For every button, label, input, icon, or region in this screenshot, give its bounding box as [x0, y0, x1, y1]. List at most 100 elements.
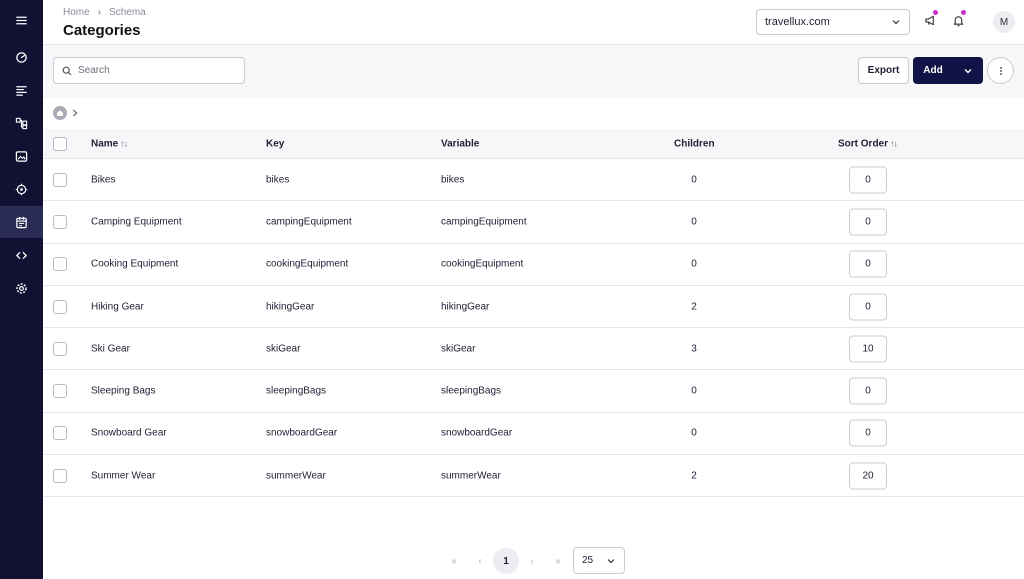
row-checkbox[interactable]: [53, 468, 67, 483]
dashboard-icon: [16, 51, 27, 63]
sidebar-item-dashboard[interactable]: [0, 41, 43, 73]
sort-order-input[interactable]: 0: [849, 208, 887, 236]
schema-icon: [15, 117, 28, 129]
sort-order-input[interactable]: 0: [849, 250, 887, 278]
cell-variable: campingEquipment: [441, 216, 527, 228]
column-header-children: Children: [674, 138, 715, 149]
breadcrumb-schema[interactable]: Schema: [109, 7, 146, 18]
select-all-checkbox[interactable]: [53, 136, 67, 151]
cell-children: 0: [691, 258, 697, 270]
page-size-select[interactable]: 25: [573, 547, 625, 574]
table-row[interactable]: Sleeping Bags sleepingBags sleepingBags 0 0: [43, 370, 1024, 413]
category-path: [53, 106, 80, 120]
menu-button[interactable]: [0, 4, 43, 36]
chevron-down-icon: [607, 558, 615, 563]
search-input[interactable]: [78, 65, 228, 76]
prev-page-button[interactable]: ‹: [467, 548, 493, 574]
code-icon: [16, 251, 27, 259]
cell-name[interactable]: Hiking Gear: [91, 301, 144, 312]
cell-name[interactable]: Sleeping Bags: [91, 386, 156, 397]
next-page-button[interactable]: ›: [519, 548, 545, 574]
table-row[interactable]: Bikes bikes bikes 0 0: [43, 159, 1024, 202]
announcements-button[interactable]: [921, 10, 939, 29]
avatar[interactable]: M: [993, 11, 1015, 33]
cell-key: campingEquipment: [266, 216, 352, 228]
sort-order-input[interactable]: 20: [849, 462, 887, 490]
table-row[interactable]: Hiking Gear hikingGear hikingGear 2 0: [43, 286, 1024, 329]
sort-icon: ↑↓: [890, 138, 898, 148]
first-page-button[interactable]: «: [441, 548, 467, 574]
search-box[interactable]: [53, 57, 245, 84]
add-button[interactable]: Add: [913, 57, 983, 84]
notification-dot: [933, 10, 938, 15]
sort-order-input[interactable]: 10: [849, 335, 887, 363]
sort-order-input[interactable]: 0: [849, 166, 887, 194]
table-row[interactable]: Ski Gear skiGear skiGear 3 10: [43, 328, 1024, 371]
cell-name[interactable]: Ski Gear: [91, 343, 130, 354]
cell-variable: bikes: [441, 174, 465, 186]
media-icon: [15, 150, 28, 162]
categories-icon: [16, 216, 27, 228]
cell-children: 2: [691, 301, 697, 313]
add-dropdown-toggle[interactable]: [953, 66, 983, 76]
notifications-button[interactable]: [949, 10, 967, 29]
bell-icon: [953, 15, 963, 26]
last-page-button[interactable]: »: [545, 548, 571, 574]
chevron-left-icon: ‹: [478, 555, 482, 567]
cell-key: summerWear: [266, 470, 326, 482]
cell-children: 3: [691, 343, 697, 355]
cell-variable: sleepingBags: [441, 385, 502, 397]
sidebar-item-media[interactable]: [0, 140, 43, 172]
sidebar-item-schema[interactable]: [0, 107, 43, 139]
row-checkbox[interactable]: [53, 384, 67, 399]
locations-icon: [15, 183, 28, 195]
sort-order-input[interactable]: 0: [849, 377, 887, 405]
row-checkbox[interactable]: [53, 341, 67, 356]
table-row[interactable]: Snowboard Gear snowboardGear snowboardGear…: [43, 413, 1024, 456]
page-button-current[interactable]: 1: [493, 548, 519, 574]
add-button-label: Add: [923, 65, 943, 76]
sort-order-input[interactable]: 0: [849, 419, 887, 447]
sidebar: [0, 0, 43, 579]
cell-key: cookingEquipment: [266, 258, 349, 270]
cell-name[interactable]: Summer Wear: [91, 470, 155, 481]
page-size-value: 25: [582, 555, 594, 566]
cell-name[interactable]: Snowboard Gear: [91, 428, 167, 439]
cell-name[interactable]: Camping Equipment: [91, 216, 182, 227]
cell-variable: cookingEquipment: [441, 258, 524, 270]
table-header: Name ↑↓ Key Variable Children Sort Order ↑…: [43, 129, 1024, 159]
row-checkbox[interactable]: [53, 257, 67, 272]
more-vertical-icon: [999, 66, 1002, 75]
sidebar-item-settings[interactable]: [0, 272, 43, 304]
cell-variable: snowboardGear: [441, 427, 513, 439]
sort-order-input[interactable]: 0: [849, 293, 887, 321]
column-header-sort-order[interactable]: Sort Order ↑↓: [838, 138, 898, 149]
categories-table: Name ↑↓ Key Variable Children Sort Order ↑…: [43, 129, 1024, 498]
notification-dot: [961, 10, 966, 15]
row-checkbox[interactable]: [53, 172, 67, 187]
row-checkbox[interactable]: [53, 426, 67, 441]
sidebar-item-content[interactable]: [0, 74, 43, 106]
sidebar-item-code[interactable]: [0, 239, 43, 271]
toolbar: Export Add: [43, 45, 1024, 98]
breadcrumb-home[interactable]: Home: [63, 7, 90, 18]
cell-children: 0: [691, 174, 697, 186]
table-row[interactable]: Cooking Equipment cookingEquipment cooking…: [43, 244, 1024, 286]
root-home-button[interactable]: [53, 106, 67, 120]
double-chevron-right-icon: »: [555, 555, 561, 567]
cell-name[interactable]: Cooking Equipment: [91, 259, 178, 270]
column-header-key: Key: [266, 138, 285, 149]
table-row[interactable]: Summer Wear summerWear summerWear 2 20: [43, 455, 1024, 498]
more-options-button[interactable]: [987, 57, 1014, 84]
row-checkbox[interactable]: [53, 214, 67, 229]
menu-icon: [16, 16, 27, 24]
export-button[interactable]: Export: [858, 57, 909, 84]
table-row[interactable]: Camping Equipment campingEquipment camping…: [43, 201, 1024, 244]
sidebar-item-locations[interactable]: [0, 173, 43, 205]
column-header-name[interactable]: Name ↑↓: [91, 138, 128, 149]
cell-name[interactable]: Bikes: [91, 174, 115, 185]
sidebar-item-categories[interactable]: [0, 206, 43, 238]
tenant-select[interactable]: travellux.com: [756, 9, 910, 35]
chevron-down-icon: [964, 68, 972, 73]
row-checkbox[interactable]: [53, 299, 67, 314]
